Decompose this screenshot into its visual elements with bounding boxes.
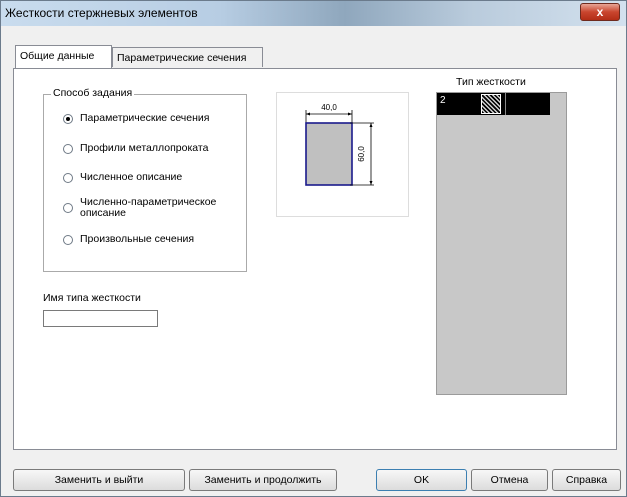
radio-button[interactable] <box>63 113 73 124</box>
stiffness-type-list[interactable]: 2 <box>436 92 567 395</box>
title-bar[interactable]: Жесткости стержневых элементов x <box>1 1 626 26</box>
tab-general-data[interactable]: Общие данные <box>15 45 112 68</box>
close-icon: x <box>596 5 604 19</box>
radio-arbitrary-sections[interactable]: Произвольные сечения <box>63 234 194 245</box>
stiffness-type-row[interactable]: 2 <box>437 93 550 115</box>
method-group-legend: Способ задания <box>51 87 135 99</box>
ok-button[interactable]: OK <box>376 469 467 491</box>
radio-button[interactable] <box>63 143 73 154</box>
stiffness-type-header: Тип жесткости <box>456 76 526 88</box>
section-rectangle <box>305 122 353 186</box>
height-dimension-label: 60,0 <box>357 146 366 162</box>
stiffness-name-label: Имя типа жесткости <box>43 292 141 304</box>
tab-parametric-sections-label: Параметрические сечения <box>117 52 247 64</box>
tab-panel-general: Способ задания Параметрические сечения П… <box>13 68 617 450</box>
radio-numeric-description[interactable]: Численное описание <box>63 172 182 183</box>
radio-steel-profiles[interactable]: Профили металлопроката <box>63 143 208 154</box>
radio-label: Параметрические сечения <box>80 112 210 124</box>
width-dimension-label: 40,0 <box>321 103 337 112</box>
radio-numeric-parametric[interactable]: Численно-параметрическое описание <box>63 197 230 219</box>
radio-parametric-sections[interactable]: Параметрические сечения <box>63 113 209 124</box>
radio-label: Профили металлопроката <box>80 142 209 154</box>
stiffness-type-number: 2 <box>440 95 446 106</box>
radio-button[interactable] <box>63 234 73 245</box>
radio-button[interactable] <box>63 172 73 183</box>
tab-parametric-sections[interactable]: Параметрические сечения <box>112 47 263 67</box>
radio-label: Произвольные сечения <box>80 233 195 245</box>
cancel-button[interactable]: Отмена <box>471 469 548 491</box>
radio-label: Численное описание <box>80 171 183 183</box>
section-preview: 40,0 60,0 <box>276 92 409 217</box>
row-divider <box>505 93 506 115</box>
radio-button[interactable] <box>63 203 73 213</box>
replace-and-exit-button[interactable]: Заменить и выйти <box>13 469 185 491</box>
window-title: Жесткости стержневых элементов <box>5 6 198 20</box>
radio-label: Численно-параметрическое описание <box>80 196 217 219</box>
dialog-window: Жесткости стержневых элементов x Общие д… <box>0 0 627 497</box>
tab-general-data-label: Общие данные <box>20 50 95 62</box>
stiffness-name-input[interactable] <box>43 310 158 327</box>
close-button[interactable]: x <box>580 3 620 21</box>
help-button[interactable]: Справка <box>552 469 621 491</box>
replace-and-continue-button[interactable]: Заменить и продолжить <box>189 469 337 491</box>
section-preview-drawing: 40,0 60,0 <box>305 103 374 186</box>
hatch-icon <box>481 94 501 114</box>
method-groupbox: Способ задания Параметрические сечения П… <box>43 87 247 272</box>
